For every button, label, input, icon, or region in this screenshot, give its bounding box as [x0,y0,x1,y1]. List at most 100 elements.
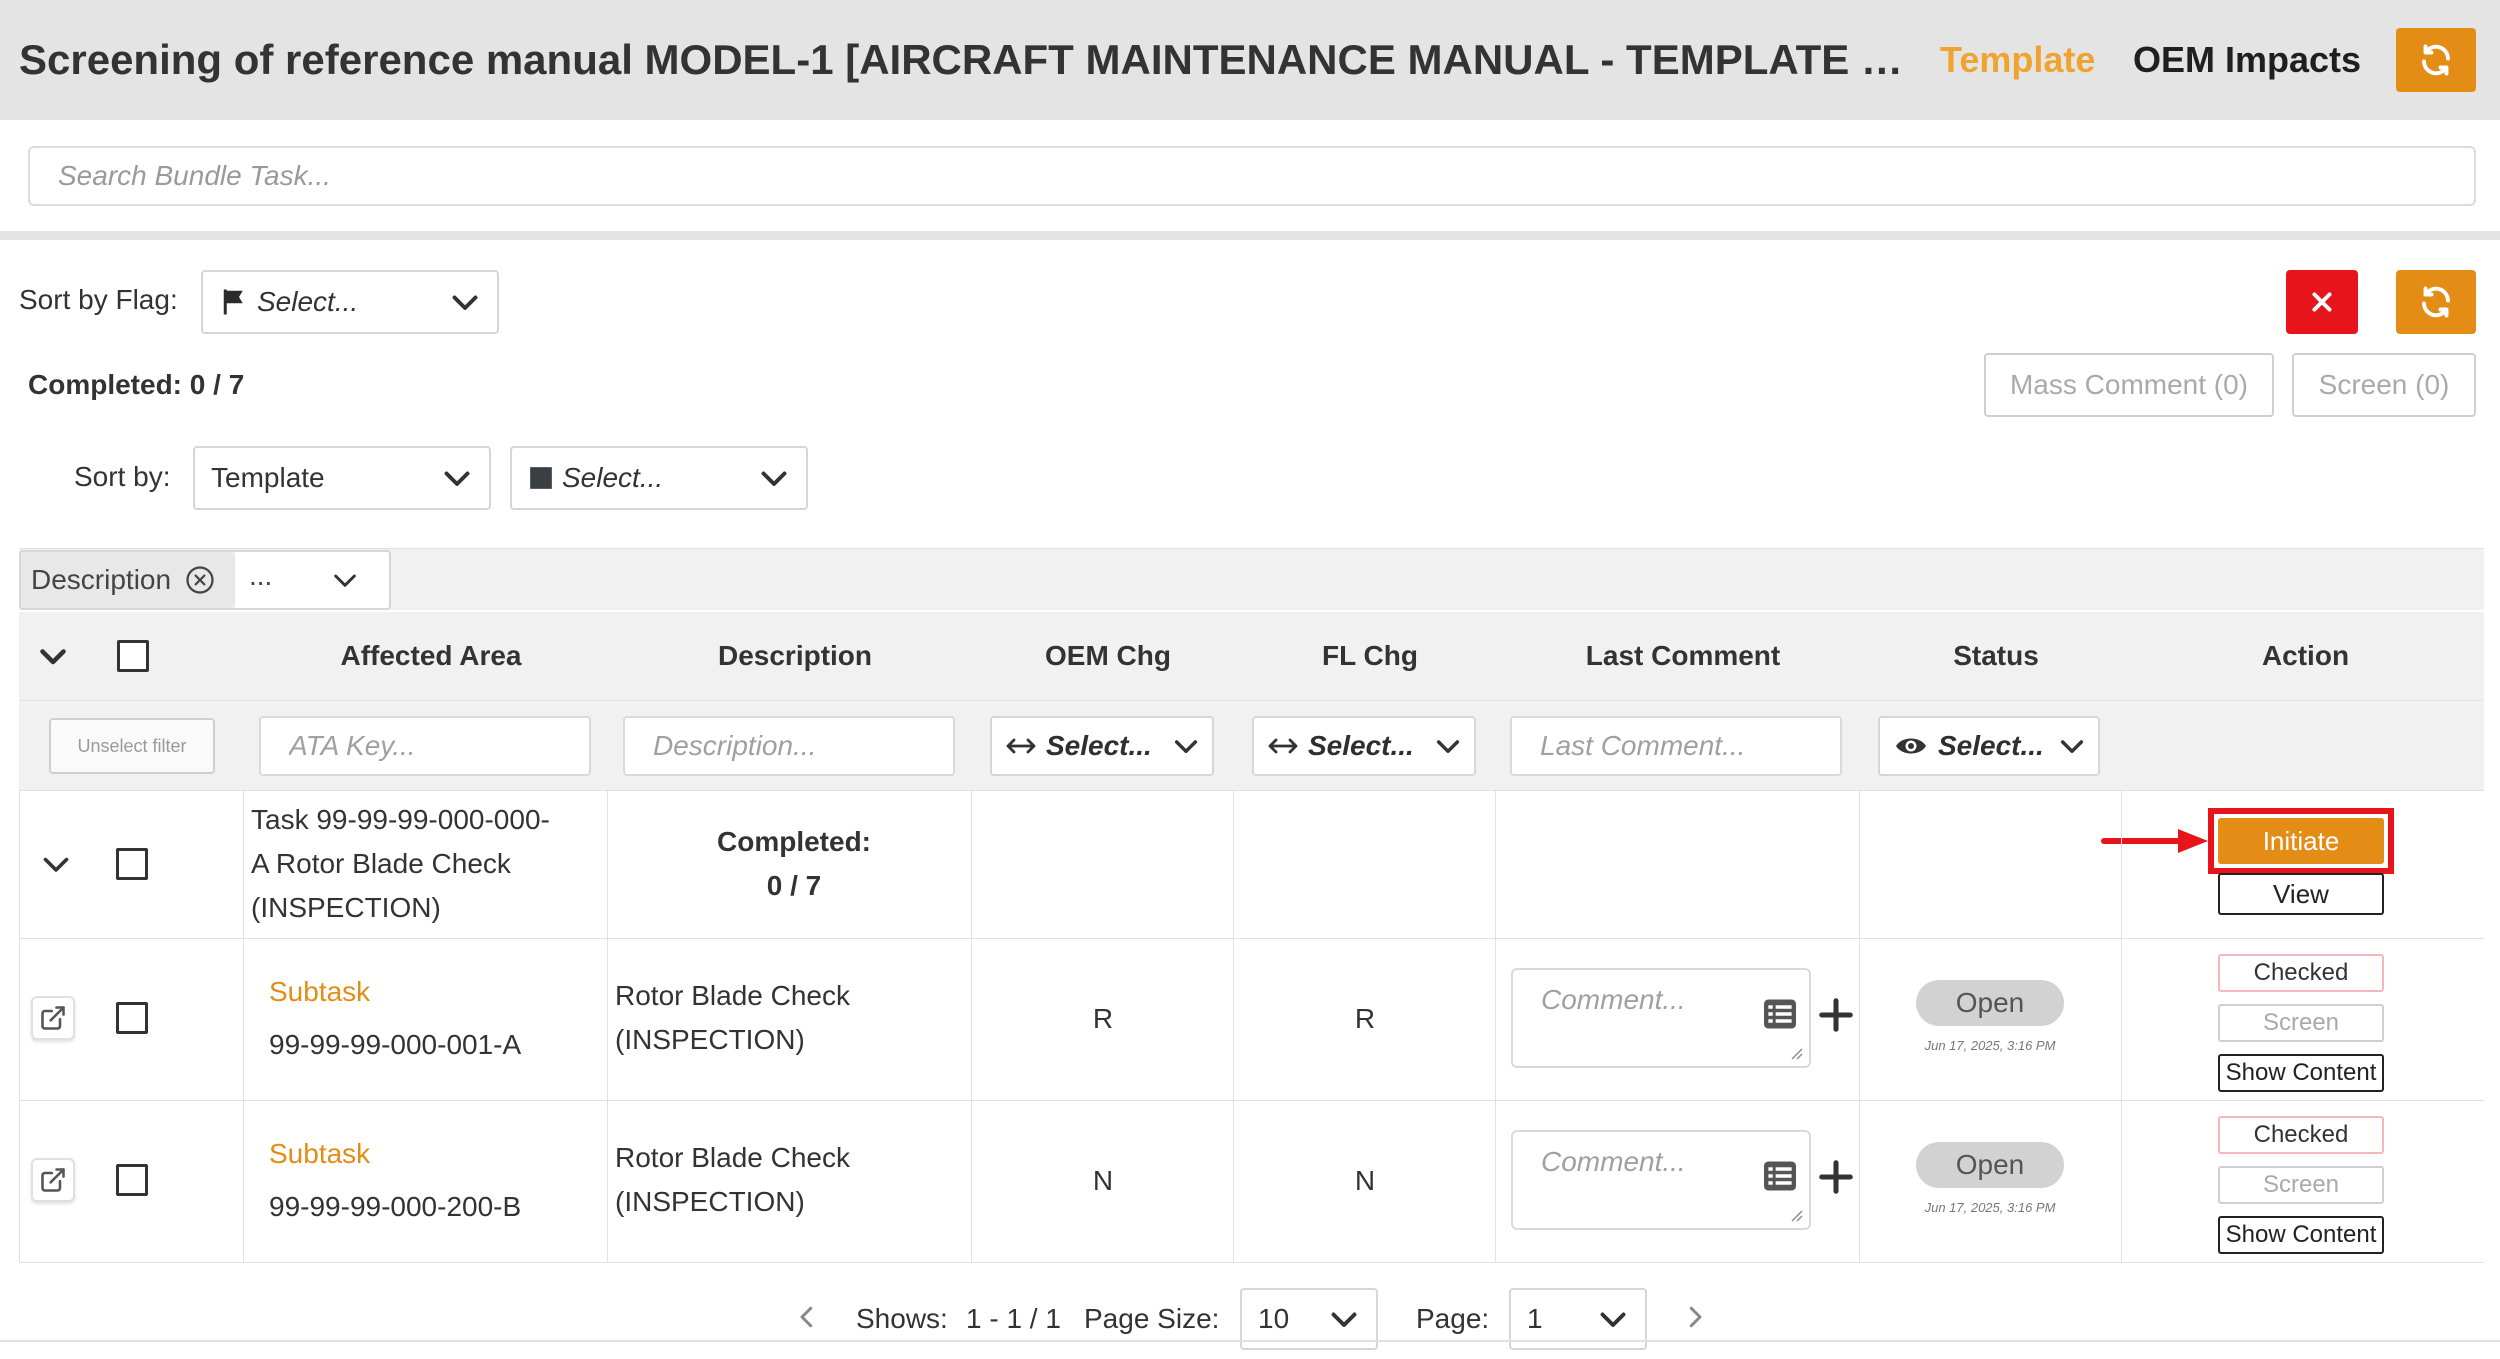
status-timestamp: Jun 17, 2025, 3:16 PM [1924,1038,2056,1053]
refresh-icon [2422,286,2450,318]
subtask-desc-line1: Rotor Blade Check [615,980,851,1011]
col-divider [2121,790,2122,1262]
sort-flag-select[interactable]: Select... [201,270,499,334]
flag-icon [223,289,243,315]
page-size-label: Page Size: [1084,1303,1220,1334]
ata-key-filter[interactable] [259,716,591,776]
arrows-horizontal-icon [1006,738,1036,754]
list-icon[interactable] [1762,998,1798,1030]
chevron-down-icon [1436,740,1460,754]
subtask-fl-chg: N [1354,1165,1376,1196]
external-link-icon [41,1006,65,1030]
template-link[interactable]: Template [1940,32,2095,88]
footer-divider [0,1340,2500,1342]
col-last-comment[interactable]: Last Comment [1501,612,1865,700]
show-content-button[interactable]: Show Content [2218,1054,2384,1092]
sort-color-select[interactable]: Select... [510,446,808,510]
clear-filters-button[interactable] [2286,270,2358,334]
fl-chg-filter[interactable]: Select... [1252,716,1476,776]
subtask-type: Subtask [269,1138,371,1169]
subtask-checkbox[interactable] [116,1002,148,1034]
col-divider [607,790,608,1262]
col-affected-area[interactable]: Affected Area [249,612,613,700]
col-divider [971,790,972,1262]
subtask-desc-line2: (INSPECTION) [615,1186,805,1217]
checked-button[interactable]: Checked [2218,954,2384,992]
collapse-all-icon[interactable] [35,638,71,674]
view-button[interactable]: View [2218,873,2384,915]
divider [0,231,2500,240]
show-content-button[interactable]: Show Content [2218,1216,2384,1254]
col-action: Action [2261,640,2350,671]
toolbar-refresh-button[interactable] [2396,270,2476,334]
search-input[interactable] [30,148,2474,204]
subtask-code: 99-99-99-000-001-A [269,1029,522,1060]
comment-box[interactable] [1511,968,1811,1068]
table-header: Affected Area Description OEM Chg FL Chg… [19,612,2484,700]
resize-handle-icon[interactable] [1789,1046,1803,1060]
open-external-button[interactable] [31,996,75,1040]
header-bar: Screening of reference manual MODEL-1 [A… [0,0,2500,120]
status-timestamp: Jun 17, 2025, 3:16 PM [1924,1200,2056,1215]
prev-page-icon[interactable] [792,1302,822,1332]
chevron-down-icon [761,471,787,486]
header-refresh-button[interactable] [2396,28,2476,92]
subtask-screen-button[interactable]: Screen [2218,1166,2384,1204]
open-external-button[interactable] [31,1158,75,1202]
subtask-screen-button[interactable]: Screen [2218,1004,2384,1042]
task-title-line3: (INSPECTION) [251,892,441,923]
subtask-fl-chg: R [1354,1003,1376,1034]
subtask-oem-chg: R [1092,1003,1114,1034]
checked-button[interactable]: Checked [2218,1116,2384,1154]
next-page-icon[interactable] [1680,1302,1710,1332]
status-badge: Open [1916,1142,2064,1188]
eye-icon [1896,738,1926,754]
task-checkbox[interactable] [116,848,148,880]
shows-label: Shows: [856,1303,948,1334]
list-icon[interactable] [1762,1160,1798,1192]
remove-chip-icon[interactable] [185,565,215,595]
col-fl-chg[interactable]: FL Chg [1239,612,1501,700]
unselect-filter-button[interactable]: Unselect filter [49,718,215,774]
chevron-down-icon [1331,1312,1357,1327]
subtask-checkbox[interactable] [116,1164,148,1196]
description-filter[interactable] [623,716,955,776]
subtask-oem-chg: N [1092,1165,1114,1196]
oem-chg-filter-value: Select... [1046,730,1152,761]
close-icon [2312,292,2332,312]
sort-flag-label: Sort by Flag: [19,284,178,315]
sort-by-select[interactable]: Template [193,446,491,510]
external-link-icon [41,1168,65,1192]
col-oem-chg[interactable]: OEM Chg [977,612,1239,700]
add-icon[interactable] [1817,996,1855,1034]
initiate-button[interactable]: Initiate [2218,818,2384,864]
col-status[interactable]: Status [1865,612,2127,700]
subtask-code: 99-99-99-000-200-B [269,1191,522,1222]
chevron-down-icon [444,471,470,486]
screen-button[interactable]: Screen (0) [2292,353,2476,417]
col-divider [243,790,244,1262]
sort-by-value: Template [211,462,325,493]
arrows-horizontal-icon [1268,738,1298,754]
more-columns: ... [249,560,273,591]
task-title-line2: A Rotor Blade Check [251,848,511,879]
subtask-desc-line2: (INSPECTION) [615,1024,805,1055]
resize-handle-icon[interactable] [1789,1208,1803,1222]
search-bundle-task[interactable] [28,146,2476,206]
comment-box[interactable] [1511,1130,1811,1230]
chevron-down-icon[interactable] [38,846,74,882]
last-comment-filter[interactable] [1510,716,1842,776]
column-picker-select[interactable]: Description ... [19,550,391,610]
oem-impacts-link[interactable]: OEM Impacts [2133,32,2361,88]
page-size-value: 10 [1258,1303,1290,1334]
col-description[interactable]: Description [613,612,977,700]
mass-comment-button[interactable]: Mass Comment (0) [1984,353,2274,417]
select-all-checkbox[interactable] [117,640,149,672]
chip-label: Description [31,564,172,595]
column-chip-description: Description [21,552,235,608]
refresh-icon [2422,44,2450,76]
col-divider [1495,790,1496,1262]
status-filter[interactable]: Select... [1878,716,2100,776]
add-icon[interactable] [1817,1158,1855,1196]
oem-chg-filter[interactable]: Select... [990,716,1214,776]
